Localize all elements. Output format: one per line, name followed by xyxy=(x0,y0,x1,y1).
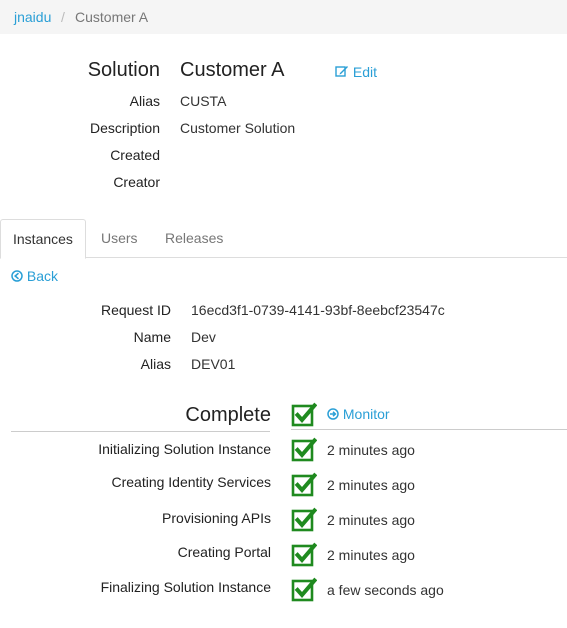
tab-instances[interactable]: Instances xyxy=(0,219,86,259)
step-time: 2 minutes ago xyxy=(327,442,415,458)
name-value: Dev xyxy=(191,329,216,345)
tab-releases[interactable]: Releases xyxy=(153,219,235,256)
back-circle-arrow-icon xyxy=(11,270,23,282)
request-id-label: Request ID xyxy=(100,302,171,318)
breadcrumb: jnaidu / Customer A xyxy=(0,0,567,34)
name-label: Name xyxy=(133,329,171,345)
edit-label: Edit xyxy=(352,64,378,80)
step-time: 2 minutes ago xyxy=(327,512,415,528)
step-check-icon xyxy=(291,577,317,602)
breadcrumb-current: Customer A xyxy=(75,9,149,25)
description-label: Description xyxy=(89,120,160,136)
instance-alias-value: DEV01 xyxy=(191,356,236,372)
creator-label: Creator xyxy=(113,174,160,190)
step-time: a few seconds ago xyxy=(327,582,444,598)
status-divider-left xyxy=(11,431,270,432)
breadcrumb-separator: / xyxy=(61,9,65,25)
step-check-icon xyxy=(291,437,317,462)
step-label: Creating Portal xyxy=(177,544,271,560)
back-link[interactable]: Back xyxy=(11,268,58,284)
edit-button[interactable]: Edit xyxy=(335,64,377,80)
step-label: Creating Identity Services xyxy=(111,474,271,490)
monitor-link[interactable]: Monitor xyxy=(327,406,390,422)
breadcrumb-root-link[interactable]: jnaidu xyxy=(14,9,51,25)
back-label: Back xyxy=(26,268,59,284)
solution-name: Customer A xyxy=(180,59,285,81)
complete-check-icon xyxy=(291,402,317,427)
step-label: Initializing Solution Instance xyxy=(98,441,271,457)
status-heading: Complete xyxy=(185,404,271,426)
alias-label: Alias xyxy=(129,93,160,109)
step-check-icon xyxy=(291,507,317,532)
step-time: 2 minutes ago xyxy=(327,547,415,563)
description-value: Customer Solution xyxy=(180,120,296,136)
tab-bar: Instances Users Releases xyxy=(0,219,567,259)
edit-icon xyxy=(335,66,348,77)
step-check-icon xyxy=(291,542,317,567)
step-check-icon xyxy=(291,472,317,497)
monitor-circle-arrow-icon xyxy=(327,408,339,420)
instance-alias-label: Alias xyxy=(140,356,171,372)
monitor-label: Monitor xyxy=(342,406,390,422)
request-id-value: 16ecd3f1-0739-4141-93bf-8eebcf23547c xyxy=(191,302,445,318)
status-divider-right xyxy=(291,429,567,430)
solution-heading-label: Solution xyxy=(87,59,160,81)
alias-value: CUSTA xyxy=(180,93,227,109)
step-label: Provisioning APIs xyxy=(162,510,271,526)
tab-users[interactable]: Users xyxy=(89,219,150,256)
step-time: 2 minutes ago xyxy=(327,477,415,493)
step-label: Finalizing Solution Instance xyxy=(100,579,271,595)
created-label: Created xyxy=(110,147,160,163)
